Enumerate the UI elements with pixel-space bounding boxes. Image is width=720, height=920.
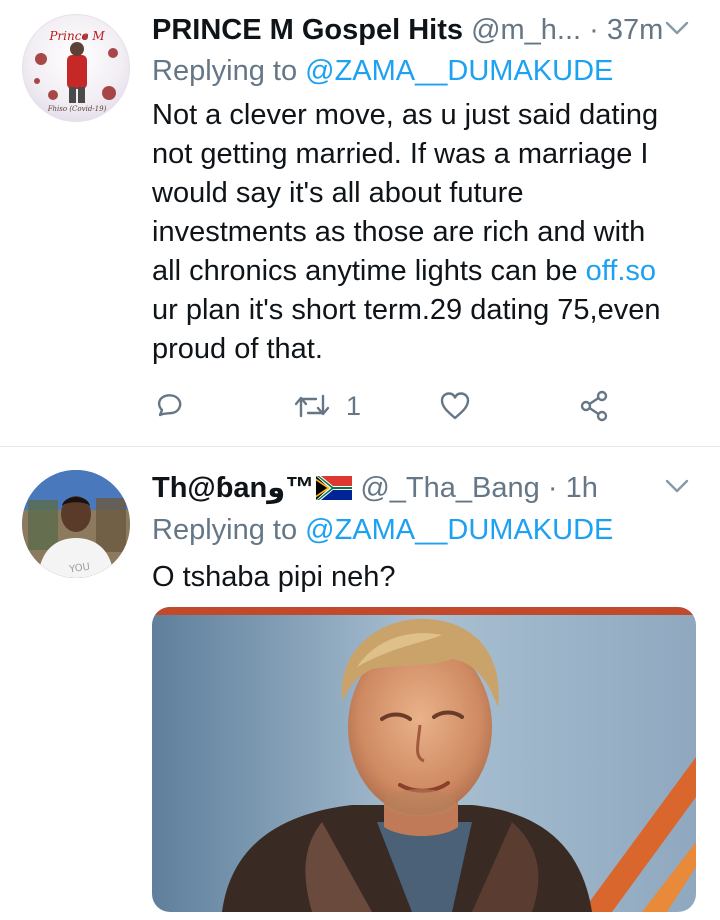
retweet-icon: [294, 394, 330, 418]
caret-down-icon[interactable]: [662, 475, 692, 499]
like-icon: [440, 392, 470, 420]
tweet-header: PRINCE M Gospel Hits @m_h... · 37m: [152, 11, 700, 51]
reply-button[interactable]: [152, 384, 186, 428]
timestamp[interactable]: 37m: [607, 14, 663, 46]
author-name[interactable]: Th@ɓanو™: [152, 472, 314, 504]
avatar-image: YOU: [22, 470, 130, 578]
tweet-line: would say it's all about future: [152, 177, 524, 209]
tweet-item[interactable]: YOU Th@ɓanو™ @_Tha_Bang · 1h Replying to…: [0, 447, 720, 920]
avatar-image: Prince M Fhiso (Covid-19): [34, 29, 118, 113]
replying-prefix: Replying to: [152, 514, 306, 546]
caret-down-icon[interactable]: [662, 17, 692, 41]
tweet-item[interactable]: Prince M Fhiso (Covid-19) PRINCE M Gospe…: [0, 0, 720, 446]
mention-link[interactable]: @ZAMA__DUMAKUDE: [305, 55, 613, 87]
avatar-logo-text: Prince M: [48, 29, 105, 43]
tweet-line: O tshaba pipi neh?: [152, 561, 396, 593]
avatar[interactable]: YOU: [22, 470, 130, 578]
like-button[interactable]: [438, 384, 472, 428]
inline-link[interactable]: off.so: [586, 255, 656, 287]
tweet-media-photo[interactable]: [152, 607, 696, 912]
separator-dot: ·: [547, 472, 558, 504]
tweet-header: Th@ɓanو™ @_Tha_Bang · 1h: [152, 469, 700, 509]
tweet-text: Not a clever move, as u just said dating…: [152, 96, 700, 369]
avatar-caption: Fhiso (Covid-19): [47, 105, 107, 113]
south-africa-flag-icon: [316, 476, 353, 500]
tweet-line: all chronics anytime lights can be off.s…: [152, 252, 700, 291]
action-bar: 1: [152, 384, 652, 428]
retweet-count: 1: [346, 390, 362, 421]
reply-icon: [157, 394, 182, 417]
retweet-button[interactable]: 1: [292, 384, 361, 428]
replying-to: Replying to @ZAMA__DUMAKUDE: [152, 53, 613, 89]
media-image: [152, 607, 696, 912]
tweet-line: proud of that.: [152, 333, 323, 365]
author-handle[interactable]: @m_h...: [471, 14, 581, 46]
separator-dot: ·: [589, 14, 599, 46]
share-icon: [580, 390, 608, 422]
tweet-text: O tshaba pipi neh?: [152, 558, 700, 597]
replying-to: Replying to @ZAMA__DUMAKUDE: [152, 512, 613, 548]
tweet-line: not getting married. If was a marriage I: [152, 138, 649, 170]
tweet-line-text: all chronics anytime lights can be: [152, 255, 586, 287]
replying-prefix: Replying to: [152, 55, 306, 87]
tweet-line: Not a clever move, as u just said dating: [152, 99, 659, 131]
mention-link[interactable]: @ZAMA__DUMAKUDE: [305, 514, 613, 546]
avatar[interactable]: Prince M Fhiso (Covid-19): [22, 14, 130, 122]
author-handle[interactable]: @_Tha_Bang: [360, 472, 539, 504]
timestamp[interactable]: 1h: [566, 472, 598, 504]
tweet-line: investments as those are rich and with: [152, 216, 646, 248]
share-button[interactable]: [578, 384, 612, 428]
tweet-line: ur plan it's short term.29 dating 75,eve…: [152, 294, 661, 326]
author-name[interactable]: PRINCE M Gospel Hits: [152, 14, 463, 46]
